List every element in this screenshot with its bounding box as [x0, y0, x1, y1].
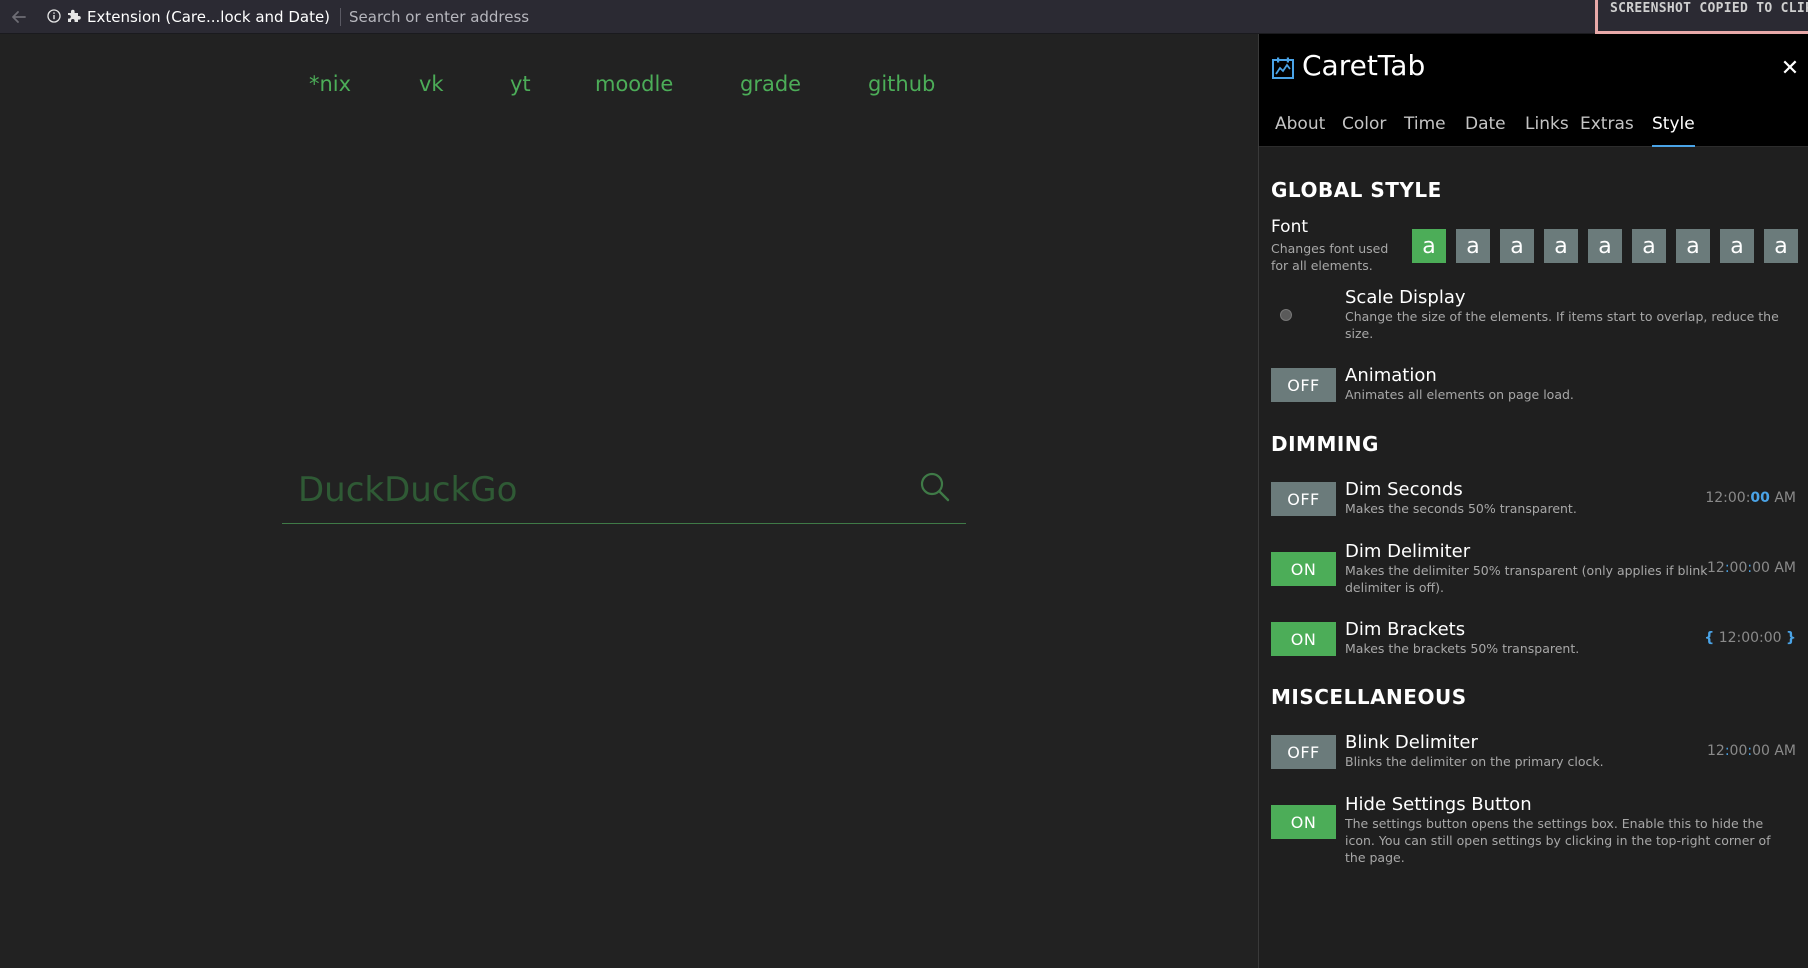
calendar-chart-icon: [1272, 57, 1294, 79]
preview-part: 00 AM: [1752, 560, 1796, 576]
scale-display-description: Change the size of the elements. If item…: [1345, 309, 1779, 341]
preview-bracket: }: [1786, 630, 1796, 646]
preview-part: 00: [1729, 560, 1748, 576]
screenshot-toast: SCREENSHOT COPIED TO CLIPBO: [1595, 0, 1808, 34]
font-option-7[interactable]: a: [1676, 229, 1710, 263]
link-vk[interactable]: vk: [419, 72, 444, 96]
tab-date[interactable]: Date: [1465, 114, 1506, 145]
font-description: Changes font used for all elements.: [1271, 241, 1389, 273]
preview-part: 12:00:: [1705, 490, 1751, 506]
browser-toolbar: Extension (Care...lock and Date) SCREENS…: [0, 0, 1808, 34]
scale-display-radio[interactable]: [1280, 309, 1292, 321]
dim-delimiter-label: Dim Delimiter: [1345, 541, 1471, 562]
font-option-3[interactable]: a: [1500, 229, 1534, 263]
preview-part: 12: [1706, 743, 1725, 759]
close-icon[interactable]: ✕: [1779, 54, 1801, 84]
address-separator: [340, 8, 341, 26]
preview-part: 00 AM: [1752, 743, 1796, 759]
blink-delimiter-label: Blink Delimiter: [1345, 732, 1478, 753]
font-label: Font: [1271, 217, 1309, 237]
section-miscellaneous: MISCELLANEOUS: [1271, 685, 1467, 709]
link-yt[interactable]: yt: [510, 72, 531, 96]
address-bar-input[interactable]: [349, 7, 949, 27]
hide-settings-toggle[interactable]: ON: [1271, 805, 1336, 839]
toast-text: SCREENSHOT COPIED TO CLIPBO: [1610, 1, 1808, 16]
dim-seconds-label: Dim Seconds: [1345, 479, 1463, 500]
font-option-6[interactable]: a: [1632, 229, 1666, 263]
dim-brackets-toggle[interactable]: ON: [1271, 622, 1336, 656]
animation-description: Animates all elements on page load.: [1345, 387, 1574, 402]
font-option-9[interactable]: a: [1764, 229, 1798, 263]
font-option-4[interactable]: a: [1544, 229, 1578, 263]
tab-about[interactable]: About: [1275, 114, 1325, 145]
tab-color[interactable]: Color: [1342, 114, 1386, 145]
blink-delimiter-description: Blinks the delimiter on the primary cloc…: [1345, 754, 1604, 769]
link-moodle[interactable]: moodle: [595, 72, 673, 96]
dim-brackets-description: Makes the brackets 50% transparent.: [1345, 641, 1580, 656]
tab-style[interactable]: Style: [1652, 114, 1695, 147]
settings-title: CaretTab: [1302, 49, 1426, 82]
dim-seconds-preview: 12:00:00 AM: [1705, 490, 1796, 506]
settings-panel: CaretTab ✕ About Color Time Date Links E…: [1258, 34, 1808, 968]
link-github[interactable]: github: [868, 72, 935, 96]
page-identity-label: Extension (Care...lock and Date): [87, 8, 331, 26]
dim-delimiter-preview: 12:00:00 AM: [1707, 560, 1796, 576]
search-icon[interactable]: [918, 470, 952, 504]
font-option-2[interactable]: a: [1456, 229, 1490, 263]
dim-brackets-preview: { 12:00:00 }: [1704, 630, 1796, 646]
hide-settings-label: Hide Settings Button: [1345, 794, 1532, 815]
font-option-8[interactable]: a: [1720, 229, 1754, 263]
puzzle-piece-icon[interactable]: [66, 8, 82, 24]
hide-settings-description: The settings button opens the settings b…: [1345, 816, 1771, 865]
dim-seconds-toggle[interactable]: OFF: [1271, 482, 1336, 516]
dim-seconds-description: Makes the seconds 50% transparent.: [1345, 501, 1577, 516]
section-global-style: GLOBAL STYLE: [1271, 178, 1442, 202]
preview-part: 00: [1729, 743, 1748, 759]
dim-brackets-label: Dim Brackets: [1345, 619, 1466, 640]
preview-seconds: 00: [1750, 490, 1770, 506]
info-icon[interactable]: [47, 9, 61, 23]
quick-links: *nix vk yt moodle grade github: [0, 72, 1256, 102]
dim-delimiter-description: Makes the delimiter 50% transparent (onl…: [1345, 563, 1708, 595]
preview-bracket: {: [1704, 630, 1715, 646]
preview-part: 12: [1706, 560, 1725, 576]
preview-part: 12:00:00: [1714, 630, 1787, 646]
preview-part: AM: [1769, 490, 1796, 506]
animation-label: Animation: [1345, 365, 1437, 386]
search-input[interactable]: [298, 468, 898, 512]
font-option-5[interactable]: a: [1588, 229, 1622, 263]
link-grade[interactable]: grade: [740, 72, 801, 96]
tab-time[interactable]: Time: [1404, 114, 1446, 145]
animation-toggle[interactable]: OFF: [1271, 368, 1336, 402]
font-option-1[interactable]: a: [1412, 229, 1446, 263]
section-dimming: DIMMING: [1271, 432, 1379, 456]
arrow-left-icon: [12, 11, 26, 23]
settings-header: CaretTab ✕ About Color Time Date Links E…: [1259, 34, 1808, 147]
back-button[interactable]: [6, 4, 32, 30]
tab-extras[interactable]: Extras: [1580, 114, 1634, 145]
link-nix[interactable]: *nix: [309, 72, 351, 96]
tab-links[interactable]: Links: [1525, 114, 1569, 145]
dim-delimiter-toggle[interactable]: ON: [1271, 552, 1336, 586]
search-box: [282, 460, 966, 524]
blink-delimiter-preview: 12:00:00 AM: [1707, 743, 1796, 759]
blink-delimiter-toggle[interactable]: OFF: [1271, 735, 1336, 769]
scale-display-label: Scale Display: [1345, 287, 1466, 308]
settings-tabs: About Color Time Date Links Extras Style: [1259, 114, 1808, 147]
